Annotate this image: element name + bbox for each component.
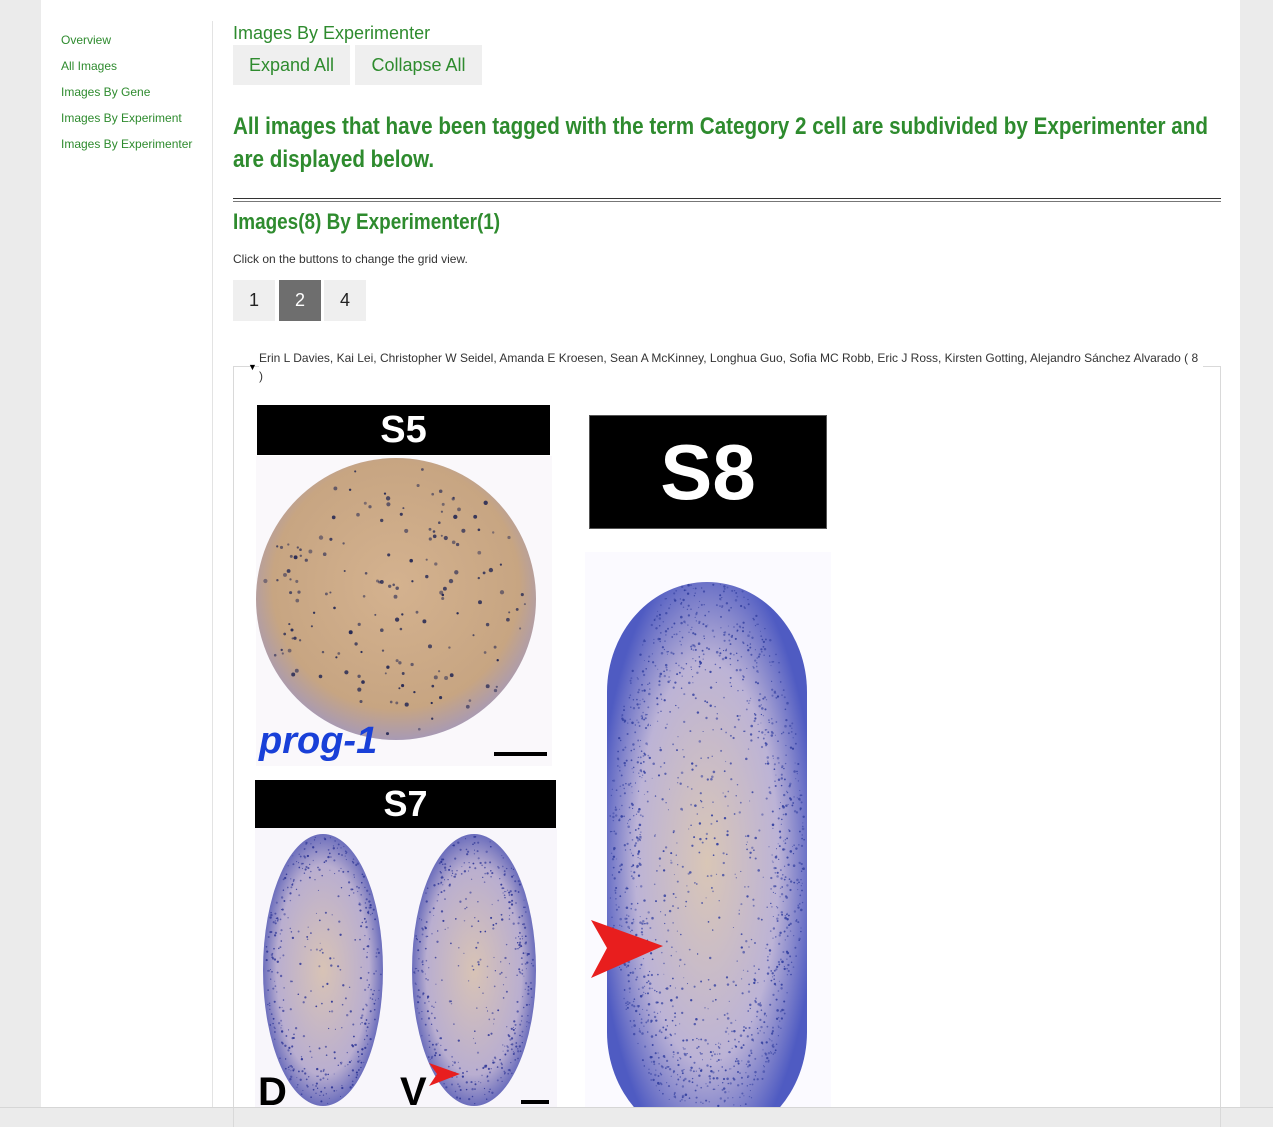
sidebar-item-images-by-experimenter[interactable]: Images By Experimenter xyxy=(61,131,211,157)
images-count-title: Images(8) By Experimenter(1) xyxy=(233,209,500,235)
planarian-dorsal-ventral-image xyxy=(255,828,557,1107)
sidebar-divider xyxy=(212,21,213,1107)
divider xyxy=(233,198,1221,202)
collapse-toggle-icon[interactable]: ▼ xyxy=(248,362,257,372)
page-container: Overview All Images Images By Gene Image… xyxy=(41,0,1240,1107)
sidebar-item-all-images[interactable]: All Images xyxy=(61,53,211,79)
image-thumbnail-s5[interactable]: S5 prog-1 xyxy=(256,404,552,768)
experimenter-group-legend: Erin L Davies, Kai Lei, Christopher W Se… xyxy=(259,349,1203,385)
sidebar-item-images-by-experiment[interactable]: Images By Experiment xyxy=(61,105,211,131)
grid-4-button[interactable]: 4 xyxy=(324,280,366,321)
expand-all-button[interactable]: Expand All xyxy=(233,45,350,85)
sidebar-item-overview[interactable]: Overview xyxy=(61,27,211,53)
page-headline: All images that have been tagged with th… xyxy=(233,110,1213,176)
planarian-image xyxy=(585,552,831,1107)
stage-label: S8 xyxy=(589,415,827,529)
grid-2-button[interactable]: 2 xyxy=(279,280,321,321)
stage-label: S5 xyxy=(257,405,550,455)
sidebar-nav: Overview All Images Images By Gene Image… xyxy=(61,27,211,157)
grid-1-button[interactable]: 1 xyxy=(233,280,275,321)
ventral-label: V xyxy=(400,1070,427,1107)
stage-label: S7 xyxy=(255,780,556,828)
image-thumbnail-s8[interactable]: S8 xyxy=(585,414,831,1107)
image-thumbnail-s7[interactable]: S7 D V xyxy=(255,780,557,1107)
collapse-all-button[interactable]: Collapse All xyxy=(355,45,482,85)
dorsal-label: D xyxy=(258,1070,287,1107)
bottom-rule xyxy=(0,1107,1273,1108)
grid-hint-text: Click on the buttons to change the grid … xyxy=(233,252,468,266)
section-title: Images By Experimenter xyxy=(233,23,430,44)
gene-label: prog-1 xyxy=(259,720,377,763)
sidebar-item-images-by-gene[interactable]: Images By Gene xyxy=(61,79,211,105)
